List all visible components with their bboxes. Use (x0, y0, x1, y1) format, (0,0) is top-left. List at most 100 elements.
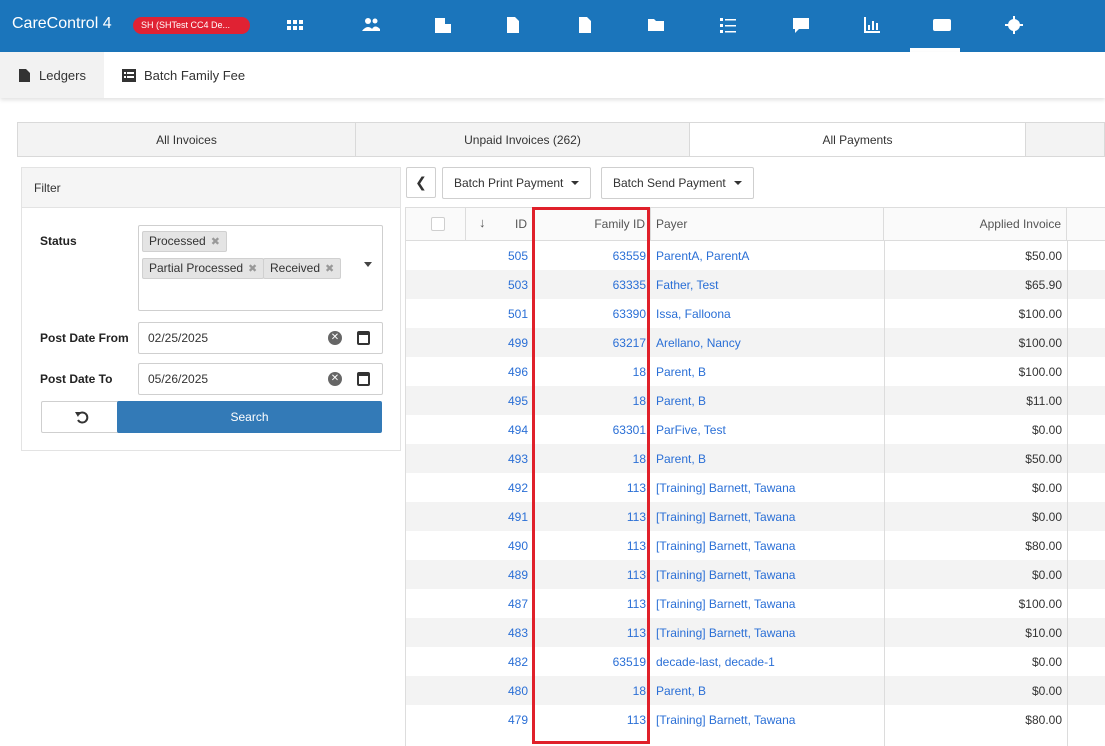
people-icon[interactable] (360, 14, 382, 36)
cell-family-id[interactable]: 113 (533, 531, 651, 560)
cell-id[interactable]: 490 (466, 531, 533, 560)
cell-payer[interactable]: Parent, B (651, 676, 884, 705)
select-all-checkbox[interactable] (431, 217, 445, 231)
clear-icon[interactable]: ✕ (328, 331, 342, 345)
cell-family-id[interactable]: 113 (533, 618, 651, 647)
cell-id[interactable]: 496 (466, 357, 533, 386)
cell-payer[interactable]: Arellano, Nancy (651, 328, 884, 357)
cell-id[interactable]: 479 (466, 705, 533, 734)
column-header-family-id[interactable]: Family ID (533, 208, 651, 241)
cell-id[interactable]: 482 (466, 647, 533, 676)
cell-payer[interactable]: [Training] Barnett, Tawana (651, 618, 884, 647)
cell-family-id[interactable]: 63559 (533, 241, 651, 270)
cell-payer[interactable]: Father, Test (651, 270, 884, 299)
table-row[interactable]: 483 113 [Training] Barnett, Tawana $10.00 (406, 618, 1105, 647)
table-row[interactable]: 490 113 [Training] Barnett, Tawana $80.00 (406, 531, 1105, 560)
column-header-payer[interactable]: Payer (651, 208, 884, 241)
status-chip-received[interactable]: Received ✖ (263, 258, 342, 279)
table-row[interactable]: 489 113 [Training] Barnett, Tawana $0.00 (406, 560, 1105, 589)
table-row[interactable]: 492 113 [Training] Barnett, Tawana $0.00 (406, 473, 1105, 502)
tab-all-payments[interactable]: All Payments (690, 123, 1026, 156)
chart-icon[interactable] (861, 14, 883, 36)
calendar-icon[interactable] (357, 372, 370, 386)
cell-payer[interactable]: Parent, B (651, 357, 884, 386)
cell-payer[interactable]: [Training] Barnett, Tawana (651, 705, 884, 734)
building-icon[interactable] (432, 14, 454, 36)
table-row[interactable]: 480 18 Parent, B $0.00 (406, 676, 1105, 705)
cell-payer[interactable]: [Training] Barnett, Tawana (651, 531, 884, 560)
cell-family-id[interactable]: 63217 (533, 328, 651, 357)
report-doc-icon[interactable] (574, 14, 596, 36)
cell-payer[interactable]: [Training] Barnett, Tawana (651, 473, 884, 502)
cell-id[interactable]: 499 (466, 328, 533, 357)
chip-remove-icon[interactable]: ✖ (248, 263, 257, 275)
table-row[interactable]: 479 113 [Training] Barnett, Tawana $80.00 (406, 705, 1105, 734)
column-header-id[interactable]: ↓ ID (466, 208, 533, 241)
calendar-icon[interactable] (357, 331, 370, 345)
column-header-applied-invoice[interactable]: Applied Invoice (884, 208, 1067, 241)
table-row[interactable]: 487 113 [Training] Barnett, Tawana $100.00 (406, 589, 1105, 618)
status-chip-processed[interactable]: Processed ✖ (142, 231, 227, 252)
cell-family-id[interactable]: 18 (533, 357, 651, 386)
cell-payer[interactable]: ParentA, ParentA (651, 241, 884, 270)
table-row[interactable]: 496 18 Parent, B $100.00 (406, 357, 1105, 386)
cell-family-id[interactable]: 63335 (533, 270, 651, 299)
org-badge[interactable]: SH (SHTest CC4 De... (133, 17, 250, 34)
cell-family-id[interactable]: 18 (533, 386, 651, 415)
cell-family-id[interactable]: 113 (533, 589, 651, 618)
cell-family-id[interactable]: 63301 (533, 415, 651, 444)
cell-id[interactable]: 503 (466, 270, 533, 299)
cell-family-id[interactable]: 18 (533, 444, 651, 473)
folder-icon[interactable] (645, 14, 667, 36)
tab-ledgers[interactable]: Ledgers (0, 52, 104, 98)
cell-id[interactable]: 480 (466, 676, 533, 705)
cell-family-id[interactable]: 113 (533, 502, 651, 531)
reset-filter-button[interactable] (41, 401, 122, 433)
table-row[interactable]: 493 18 Parent, B $50.00 (406, 444, 1105, 473)
table-row[interactable]: 501 63390 Issa, Falloona $100.00 (406, 299, 1105, 328)
status-multiselect[interactable]: Processed ✖ Partial Processed ✖ Received ✖ (138, 225, 383, 311)
clear-icon[interactable]: ✕ (328, 372, 342, 386)
table-row[interactable]: 494 63301 ParFive, Test $0.00 (406, 415, 1105, 444)
batch-print-payment-button[interactable]: Batch Print Payment (442, 167, 592, 199)
table-row[interactable]: 491 113 [Training] Barnett, Tawana $0.00 (406, 502, 1105, 531)
cell-payer[interactable]: [Training] Barnett, Tawana (651, 502, 884, 531)
table-row[interactable]: 499 63217 Arellano, Nancy $100.00 (406, 328, 1105, 357)
cell-family-id[interactable]: 113 (533, 560, 651, 589)
cell-id[interactable]: 487 (466, 589, 533, 618)
tab-overflow[interactable] (1026, 123, 1104, 156)
cell-payer[interactable]: [Training] Barnett, Tawana (651, 560, 884, 589)
cell-id[interactable]: 483 (466, 618, 533, 647)
invoice-icon[interactable] (502, 14, 524, 36)
cell-family-id[interactable]: 113 (533, 705, 651, 734)
post-date-to-input[interactable]: 05/26/2025 ✕ (138, 363, 383, 395)
cell-payer[interactable]: [Training] Barnett, Tawana (651, 589, 884, 618)
batch-send-payment-button[interactable]: Batch Send Payment (601, 167, 754, 199)
cell-id[interactable]: 491 (466, 502, 533, 531)
cell-id[interactable]: 494 (466, 415, 533, 444)
cell-family-id[interactable]: 63390 (533, 299, 651, 328)
tab-unpaid-invoices[interactable]: Unpaid Invoices (262) (356, 123, 690, 156)
cell-id[interactable]: 505 (466, 241, 533, 270)
table-row[interactable]: 482 63519 decade-last, decade-1 $0.00 (406, 647, 1105, 676)
table-row[interactable]: 503 63335 Father, Test $65.90 (406, 270, 1105, 299)
cell-family-id[interactable]: 113 (533, 473, 651, 502)
cell-id[interactable]: 493 (466, 444, 533, 473)
cell-id[interactable]: 501 (466, 299, 533, 328)
checklist-icon[interactable] (717, 14, 739, 36)
search-button[interactable]: Search (117, 401, 382, 433)
cell-payer[interactable]: decade-last, decade-1 (651, 647, 884, 676)
collapse-filter-button[interactable]: ❮ (406, 167, 436, 198)
cell-family-id[interactable]: 63519 (533, 647, 651, 676)
app-brand[interactable]: CareControl 4 (12, 15, 112, 33)
cell-payer[interactable]: Issa, Falloona (651, 299, 884, 328)
tab-all-invoices[interactable]: All Invoices (18, 123, 356, 156)
billing-icon[interactable] (931, 14, 953, 36)
cell-id[interactable]: 489 (466, 560, 533, 589)
table-row[interactable]: 495 18 Parent, B $11.00 (406, 386, 1105, 415)
cell-id[interactable]: 492 (466, 473, 533, 502)
cell-id[interactable]: 495 (466, 386, 533, 415)
post-date-from-input[interactable]: 02/25/2025 ✕ (138, 322, 383, 354)
tab-batch-family-fee[interactable]: Batch Family Fee (122, 52, 245, 98)
cell-payer[interactable]: Parent, B (651, 444, 884, 473)
